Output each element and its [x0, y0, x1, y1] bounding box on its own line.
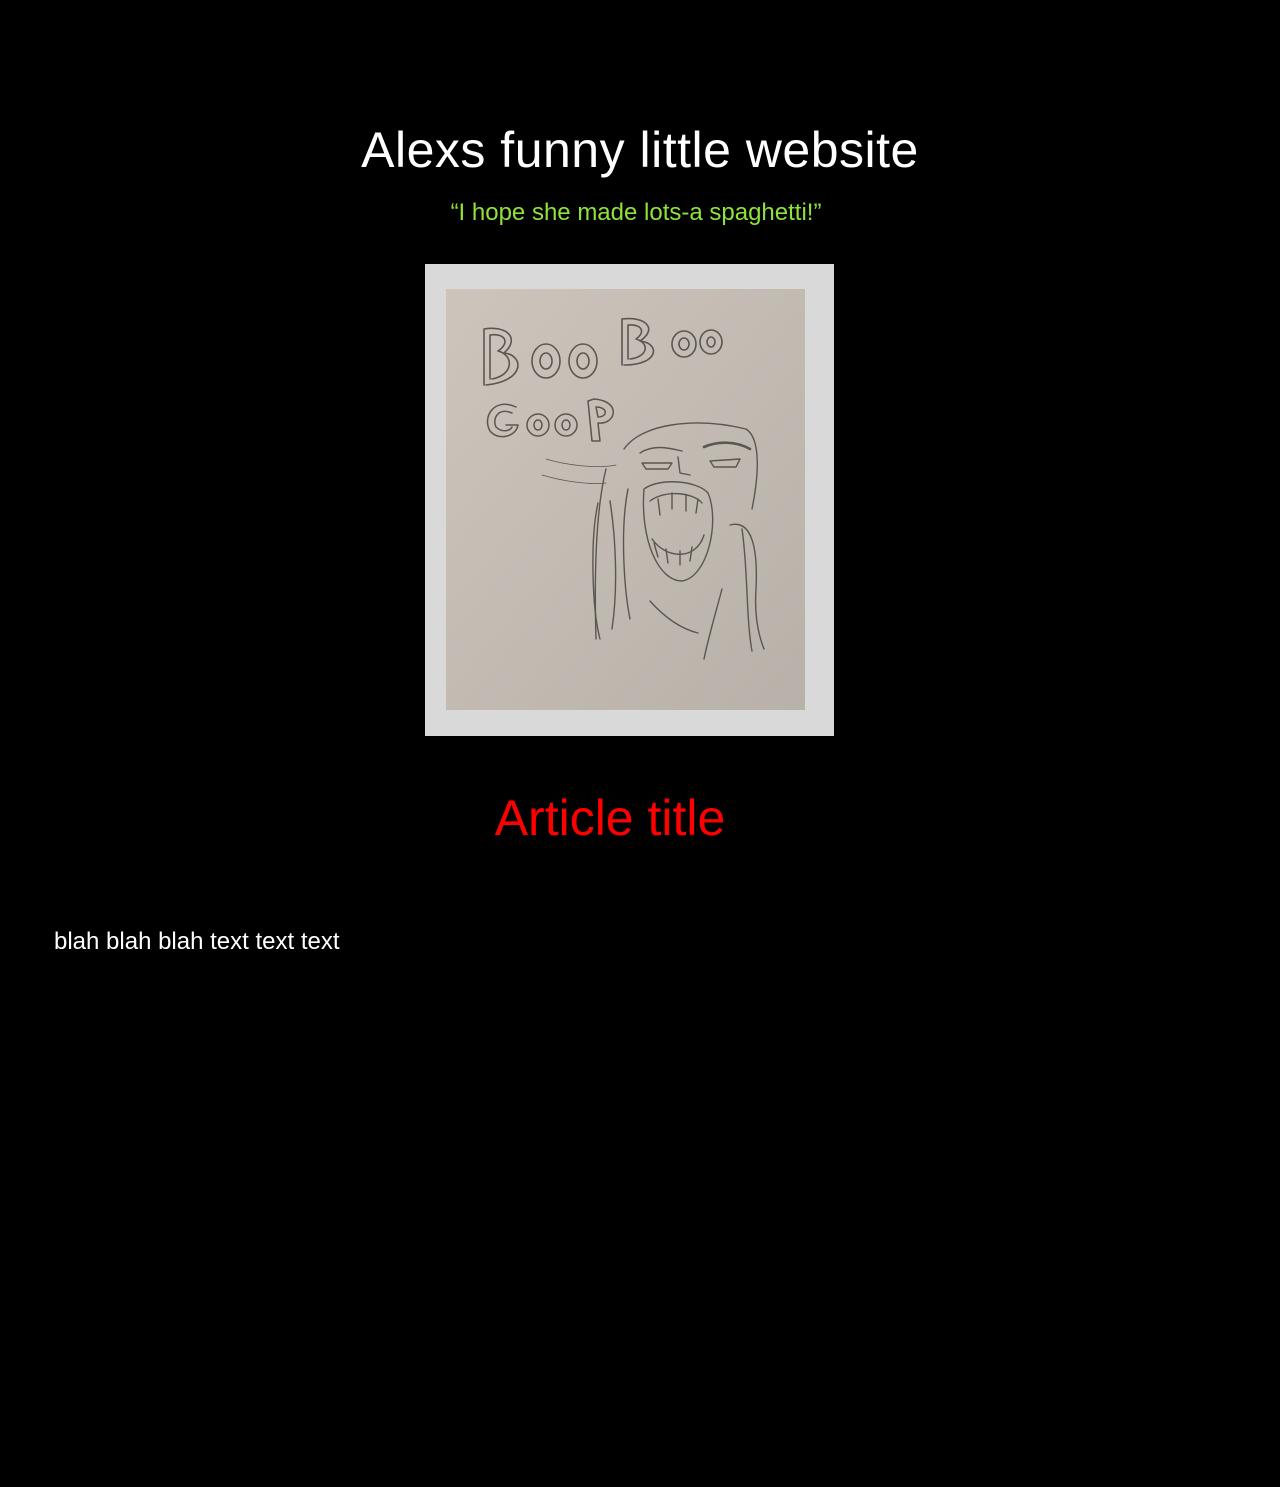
- site-title: Alexs funny little website: [361, 122, 919, 178]
- hero-image-frame: [425, 264, 834, 736]
- site-tagline: “I hope she made lots-a spaghetti!”: [450, 199, 822, 226]
- article-body-text: blah blah blah text text text: [54, 928, 340, 955]
- article-title: Article title: [494, 790, 726, 846]
- screaming-face-drawing: [446, 289, 805, 710]
- hero-image: [446, 289, 805, 710]
